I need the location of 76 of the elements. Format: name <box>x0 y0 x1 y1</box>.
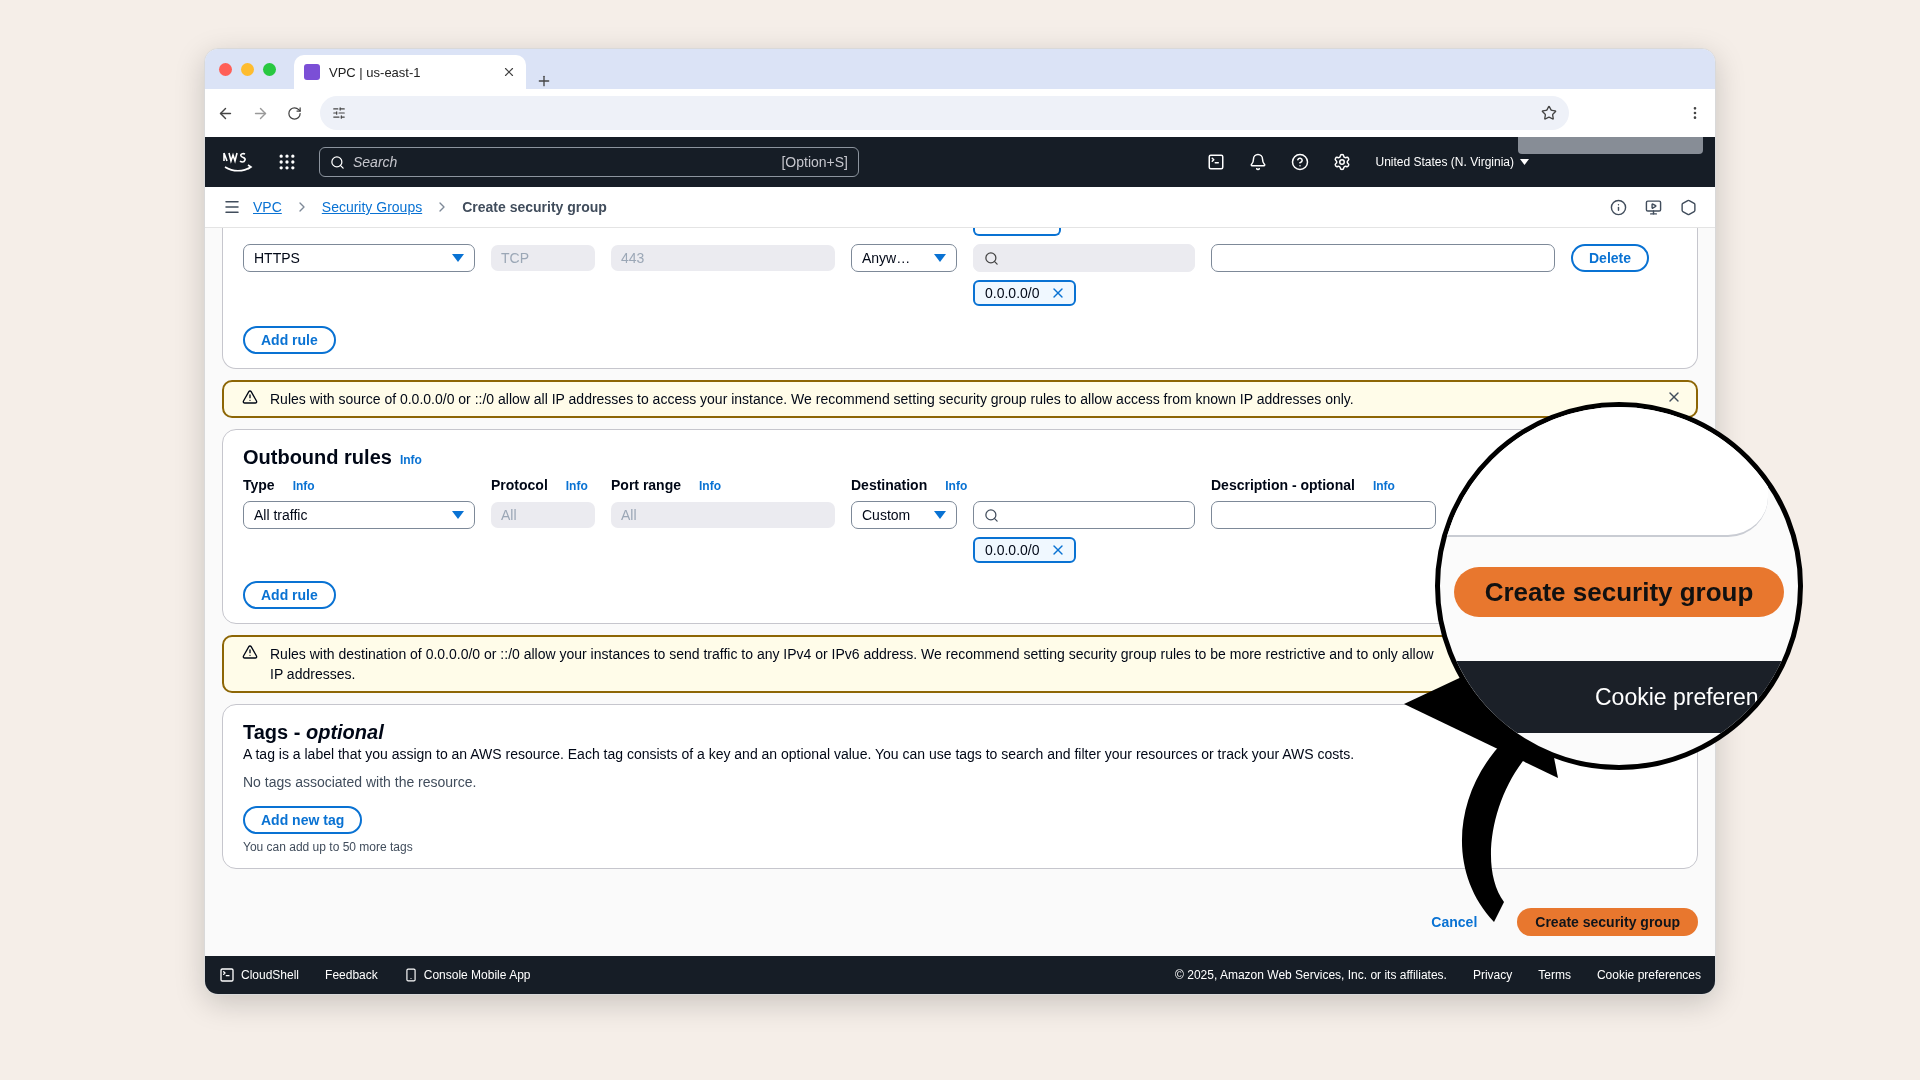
phone-icon <box>403 968 418 982</box>
breadcrumb-link[interactable]: Security Groups <box>321 199 423 215</box>
region-selector[interactable]: United States (N. Virginia) <box>1375 155 1529 169</box>
caret-icon <box>934 254 946 262</box>
cancel-button[interactable]: Cancel <box>1425 913 1484 931</box>
warning-text: Rules with source of 0.0.0.0/0 or ::/0 allow all IP addresses to access your instance. We recommend setting security group rules to allow access from known IP addresses only. <box>270 390 1354 409</box>
close-tab-icon[interactable] <box>502 65 516 79</box>
search-field[interactable]: Search [Option+S] <box>319 147 859 177</box>
caret-icon <box>1520 159 1529 165</box>
warning-icon <box>242 644 258 660</box>
destination-select[interactable]: Custom <box>851 501 957 529</box>
column-label: Port range <box>611 477 681 493</box>
add-rule-button[interactable]: Add rule <box>243 581 336 609</box>
info-link[interactable]: Info <box>945 479 968 493</box>
type-select[interactable]: HTTPS <box>243 244 475 272</box>
new-tab-icon[interactable] <box>536 73 552 89</box>
monitor-icon[interactable] <box>1645 198 1662 216</box>
caret-icon <box>934 511 946 519</box>
current-page-title[interactable]: Create security group <box>462 199 607 215</box>
info-link[interactable]: Info <box>292 479 315 493</box>
warning-text: Rules with destination of 0.0.0.0/0 or ::/0 allow your instances to send traffic to any IPv4 or IPv6 address. We recommend setting security group rules to be more restrictive and to only allow IP addresses. <box>270 645 1434 684</box>
copyright-text: © 2025, Amazon Web Services, Inc. or its affiliates. <box>1175 968 1447 982</box>
info-link[interactable]: Info <box>699 479 721 493</box>
terminal-icon <box>219 967 235 983</box>
cidr-token: 0.0.0.0/0 <box>973 537 1076 563</box>
search-field[interactable] <box>973 501 1195 529</box>
notifications-icon[interactable] <box>1249 153 1268 171</box>
browser-tab[interactable]: VPC | us-east-1 <box>294 55 526 89</box>
info-link[interactable]: Info <box>565 479 588 493</box>
column-label: Description - optional <box>1211 477 1355 493</box>
site-settings-icon[interactable] <box>332 106 346 120</box>
create-security-group-button[interactable]: Create security group <box>1517 908 1698 936</box>
search-icon <box>984 250 999 266</box>
hexagon-icon[interactable] <box>1680 198 1697 216</box>
footer-link[interactable]: Privacy <box>1472 968 1513 982</box>
add-new-tag-button[interactable]: Add new tag <box>243 806 363 834</box>
search-icon <box>330 154 345 170</box>
caret-icon <box>452 254 464 262</box>
create-security-group-button[interactable]: Create security group <box>1454 567 1784 617</box>
reload-icon[interactable] <box>287 105 302 121</box>
footer-link[interactable]: Cookie preferences <box>1596 968 1701 982</box>
column-label: Type <box>243 477 275 493</box>
feedback-link[interactable]: Feedback <box>325 968 378 982</box>
services-grid-icon[interactable] <box>277 152 297 172</box>
menu-icon[interactable] <box>223 198 241 216</box>
caret-icon <box>452 511 464 519</box>
warning-icon <box>242 389 258 405</box>
favicon <box>304 64 320 80</box>
info-link[interactable]: Info <box>1372 479 1395 493</box>
cidr-token: 0.0.0.0/0 <box>973 280 1076 306</box>
section-title: Tags - optional <box>243 721 384 744</box>
description-field[interactable] <box>1211 501 1436 529</box>
section-title: Outbound rules <box>243 446 392 469</box>
hint-text: You can add up to 50 more tags <box>243 840 414 854</box>
footer-link[interactable]: Cookie preferen <box>1595 683 1759 711</box>
column-label: Protocol <box>491 477 548 493</box>
type-select[interactable]: All traffic <box>243 501 475 529</box>
info-icon[interactable] <box>1610 198 1627 216</box>
terminal-icon[interactable] <box>1207 153 1226 171</box>
breadcrumb-link[interactable]: VPC <box>253 199 282 215</box>
tags-description: A tag is a label that you assign to an AWS resource. Each tag consists of a key and an optional value. You can use tags to search and filter your resources or track your AWS costs. <box>243 746 1356 762</box>
bookmark-star-icon[interactable] <box>1541 105 1557 121</box>
console-mobile-app-link[interactable]: Console Mobile App <box>403 968 531 982</box>
empty-message: No tags associated with the resource. <box>243 774 478 790</box>
column-label: Destination <box>851 477 928 493</box>
info-link[interactable]: Info <box>399 453 422 467</box>
tab-title: VPC | us-east-1 <box>329 64 422 80</box>
add-rule-button[interactable]: Add rule <box>243 326 336 354</box>
footer-link[interactable]: Terms <box>1538 968 1571 982</box>
delete-button[interactable]: Delete <box>1571 244 1650 272</box>
description-field[interactable] <box>1211 244 1555 272</box>
help-icon[interactable] <box>1291 153 1310 171</box>
source-select[interactable]: Anyw… <box>851 244 957 272</box>
settings-icon[interactable] <box>1333 153 1352 171</box>
cloudshell-link[interactable]: CloudShell <box>219 967 300 983</box>
search-icon <box>984 507 999 523</box>
